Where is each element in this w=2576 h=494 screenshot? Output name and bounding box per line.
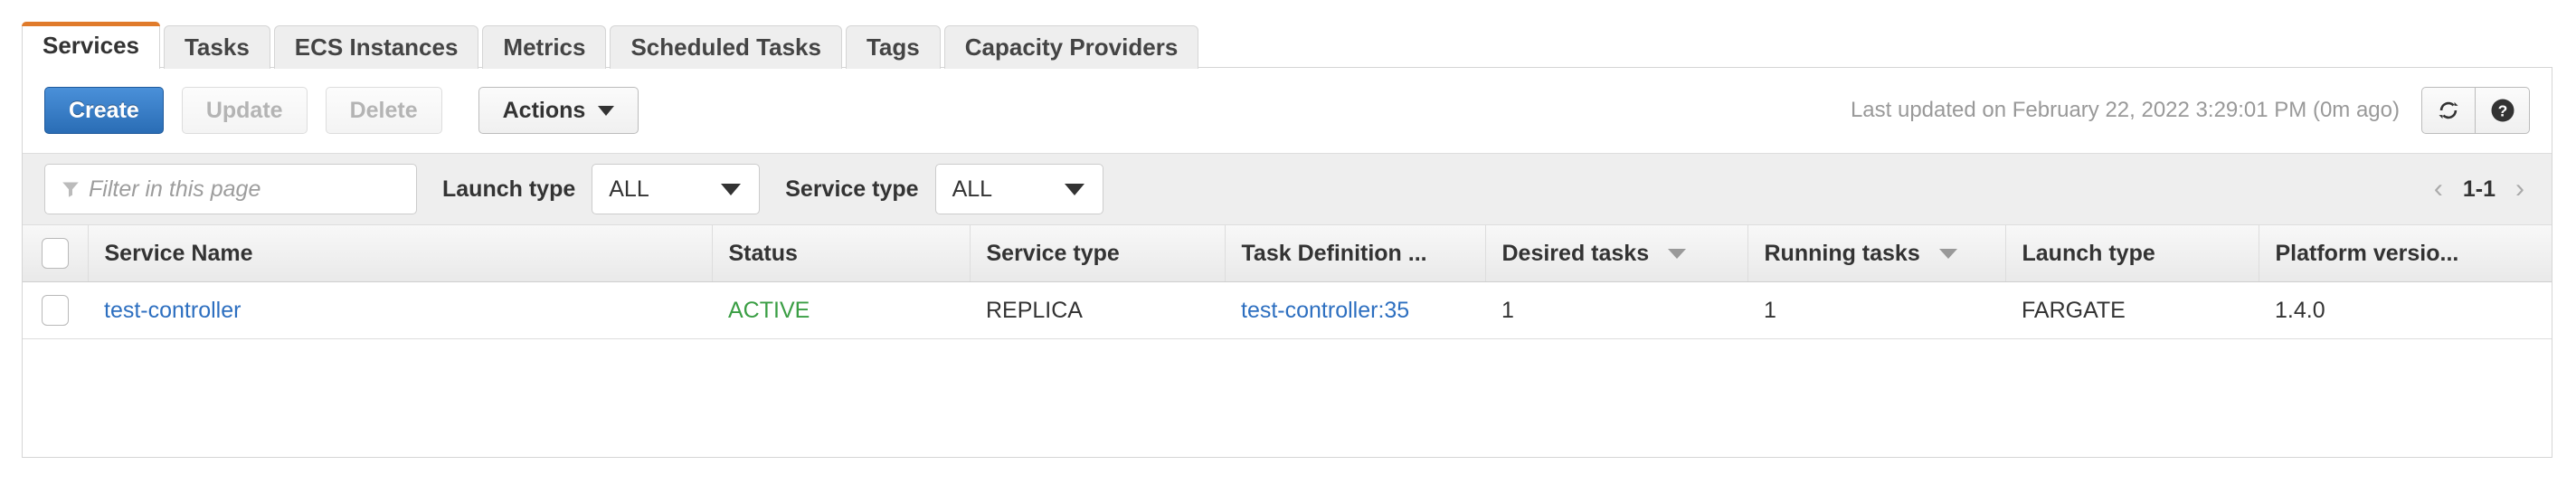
service-type-value: ALL (952, 176, 993, 202)
refresh-icon (2439, 101, 2458, 119)
launch-type-label: Launch type (442, 176, 576, 202)
services-panel: Create Update Delete Actions Last update… (22, 67, 2552, 458)
column-header-service-name[interactable]: Service Name (88, 225, 713, 282)
column-label: Service Name (104, 240, 253, 266)
chevron-right-icon[interactable]: › (2515, 176, 2524, 203)
delete-button[interactable]: Delete (325, 87, 442, 134)
cell-running-tasks: 1 (1747, 281, 2005, 339)
actions-button-label: Actions (502, 97, 586, 123)
column-label: Launch type (2022, 240, 2155, 266)
tab-tags[interactable]: Tags (845, 25, 941, 69)
help-button[interactable]: ? (2476, 87, 2530, 134)
tab-label: Metrics (503, 33, 586, 61)
cell-service-name: test-controller (88, 281, 712, 339)
column-header-running-tasks[interactable]: Running tasks (1747, 225, 2006, 282)
svg-text:?: ? (2497, 102, 2507, 120)
tab-ecs-instances[interactable]: ECS Instances (273, 25, 479, 69)
service-name-link[interactable]: test-controller (104, 298, 241, 323)
chevron-left-icon[interactable]: ‹ (2434, 176, 2443, 203)
delete-button-label: Delete (349, 97, 418, 123)
tab-metrics[interactable]: Metrics (482, 25, 607, 69)
column-label: Platform versio... (2275, 240, 2459, 266)
column-header-service-type[interactable]: Service type (970, 225, 1226, 282)
pagination-range: 1-1 (2462, 176, 2496, 202)
update-button-label: Update (205, 97, 283, 123)
tab-label: Tasks (184, 33, 250, 61)
tab-label: Scheduled Tasks (630, 33, 821, 61)
launch-type-value: ALL (609, 176, 649, 202)
cell-status: ACTIVE (712, 281, 970, 339)
funnel-icon (62, 180, 80, 198)
row-checkbox[interactable] (42, 295, 69, 326)
tab-scheduled-tasks[interactable]: Scheduled Tasks (610, 25, 842, 69)
tab-capacity-providers[interactable]: Capacity Providers (943, 25, 1199, 69)
launch-type-select[interactable]: ALL (592, 164, 761, 214)
table-header-row: Service Name Status Service type Task De… (23, 225, 2552, 282)
icon-button-group: ? (2421, 87, 2530, 134)
services-table-body: test-controller ACTIVE REPLICA test-cont… (23, 281, 2552, 339)
last-updated-text: Last updated on February 22, 2022 3:29:0… (1850, 98, 2400, 122)
create-button[interactable]: Create (44, 87, 164, 134)
sort-desc-icon (1938, 249, 1957, 260)
column-header-desired-tasks[interactable]: Desired tasks (1485, 225, 1748, 282)
create-button-label: Create (69, 97, 139, 123)
cluster-tabs: Services Tasks ECS Instances Metrics Sch… (22, 22, 1199, 70)
column-header-task-definition[interactable]: Task Definition ... (1225, 225, 1486, 282)
column-header-launch-type[interactable]: Launch type (2005, 225, 2259, 282)
filter-input-placeholder: Filter in this page (89, 176, 261, 202)
sort-desc-icon (1668, 249, 1687, 260)
services-table-head: Service Name Status Service type Task De… (23, 225, 2552, 282)
help-icon: ? (2491, 99, 2514, 122)
tab-label: Services (43, 31, 139, 59)
column-label: Task Definition ... (1241, 240, 1427, 266)
cell-task-definition: test-controller:35 (1225, 281, 1485, 339)
action-bar-right: Last updated on February 22, 2022 3:29:0… (1851, 87, 2530, 134)
tab-services[interactable]: Services (22, 22, 160, 70)
chevron-down-icon (598, 105, 615, 116)
task-definition-link[interactable]: test-controller:35 (1241, 298, 1409, 323)
tab-tasks[interactable]: Tasks (163, 25, 270, 69)
column-label: Running tasks (1764, 240, 1920, 266)
service-type-label: Service type (785, 176, 919, 202)
cell-launch-type: FARGATE (2005, 281, 2259, 339)
services-table: Service Name Status Service type Task De… (23, 225, 2552, 339)
table-row[interactable]: test-controller ACTIVE REPLICA test-cont… (23, 281, 2552, 339)
service-type-select[interactable]: ALL (934, 164, 1103, 214)
tab-label: Tags (866, 33, 920, 61)
cell-service-type: REPLICA (970, 281, 1225, 339)
status-badge: ACTIVE (728, 297, 810, 323)
column-header-platform-version[interactable]: Platform versio... (2259, 225, 2552, 282)
chevron-down-icon (721, 183, 742, 195)
tab-label: ECS Instances (294, 33, 459, 61)
column-label: Status (728, 240, 798, 266)
services-filter-bar: Filter in this page Launch type ALL Serv… (23, 153, 2552, 225)
tab-label: Capacity Providers (964, 33, 1179, 61)
services-action-bar: Create Update Delete Actions Last update… (23, 68, 2552, 153)
column-label: Service type (986, 240, 1120, 266)
ecs-cluster-page: Services Tasks ECS Instances Metrics Sch… (0, 0, 2576, 494)
actions-dropdown-button[interactable]: Actions (478, 87, 639, 134)
refresh-button[interactable] (2421, 87, 2476, 134)
select-all-header (23, 225, 89, 282)
update-button[interactable]: Update (181, 87, 308, 134)
row-select-cell (23, 281, 88, 339)
column-label: Desired tasks (1501, 240, 1650, 266)
pagination: ‹ 1-1 › (2434, 176, 2530, 203)
filter-input[interactable]: Filter in this page (44, 164, 417, 214)
select-all-checkbox[interactable] (41, 238, 69, 269)
cell-platform-version: 1.4.0 (2259, 281, 2552, 339)
chevron-down-icon (1064, 183, 1084, 195)
cell-desired-tasks: 1 (1485, 281, 1747, 339)
column-header-status[interactable]: Status (712, 225, 971, 282)
